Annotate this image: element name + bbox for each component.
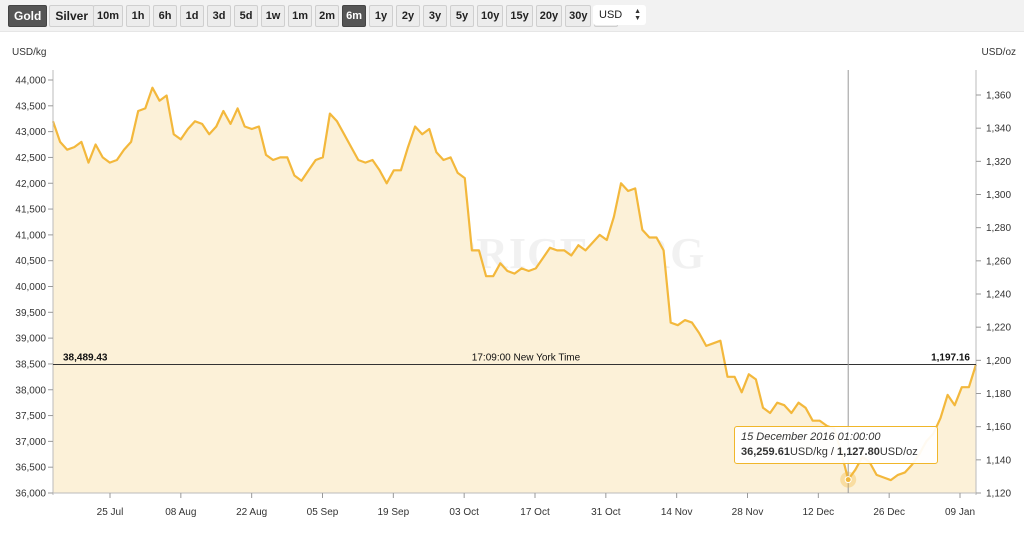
x-tick-label: 03 Oct xyxy=(449,507,479,518)
left-tick-label: 36,000 xyxy=(15,489,46,500)
currency-select[interactable]: USD ▲ ▼ xyxy=(593,5,646,25)
range-button-10m[interactable]: 10m xyxy=(93,5,124,27)
currency-value: USD xyxy=(599,9,623,21)
range-button-10y[interactable]: 10y xyxy=(477,5,504,27)
range-button-1y[interactable]: 1y xyxy=(369,5,394,27)
range-button-2y[interactable]: 2y xyxy=(396,5,421,27)
tooltip-values: 36,259.61USD/kg / 1,127.80USD/oz xyxy=(741,446,918,458)
metal-button-silver[interactable]: Silver xyxy=(49,5,95,27)
right-tick-label: 1,320 xyxy=(986,157,1011,168)
left-tick-label: 38,500 xyxy=(15,359,46,370)
x-tick-label: 19 Sep xyxy=(377,507,409,518)
range-selector: 10m 1h 6h 1d 3d 5d 1w 1m 2m 6m 1y 2y 3y 5y 10y 15y 20y 30… xyxy=(93,5,619,27)
left-tick-label: 43,500 xyxy=(15,101,46,112)
tooltip-kg-value: 36,259.61 xyxy=(741,446,790,458)
x-tick-label: 31 Oct xyxy=(591,507,621,518)
x-tick-label: 22 Aug xyxy=(236,507,267,518)
range-button-6m[interactable]: 6m xyxy=(342,5,367,27)
x-tick-label: 12 Dec xyxy=(802,507,834,518)
range-button-15y[interactable]: 15y xyxy=(506,5,533,27)
left-tick-label: 39,000 xyxy=(15,334,46,345)
x-tick-label: 14 Nov xyxy=(661,507,693,518)
left-tick-label: 39,500 xyxy=(15,308,46,319)
left-tick-label: 42,000 xyxy=(15,179,46,190)
right-tick-label: 1,360 xyxy=(986,91,1011,102)
x-tick-label: 08 Aug xyxy=(165,507,196,518)
left-axis-unit: USD/kg xyxy=(12,47,46,58)
select-caret-icon: ▲ ▼ xyxy=(634,8,641,22)
tooltip-oz-value: 1,127.80 xyxy=(837,446,880,458)
right-tick-label: 1,260 xyxy=(986,256,1011,267)
range-button-1m[interactable]: 1m xyxy=(288,5,313,27)
right-tick-label: 1,200 xyxy=(986,356,1011,367)
tooltip-kg-unit: USD/kg xyxy=(789,446,828,458)
range-button-3y[interactable]: 3y xyxy=(423,5,448,27)
current-price-oz: 1,197.16 xyxy=(931,352,970,363)
x-tick-label: 17 Oct xyxy=(520,507,550,518)
x-tick-label: 28 Nov xyxy=(732,507,764,518)
range-button-2m[interactable]: 2m xyxy=(315,5,340,27)
right-tick-label: 1,160 xyxy=(986,422,1011,433)
left-tick-label: 41,500 xyxy=(15,205,46,216)
right-tick-label: 1,140 xyxy=(986,455,1011,466)
range-button-1d[interactable]: 1d xyxy=(180,5,205,27)
left-tick-label: 43,000 xyxy=(15,127,46,138)
range-button-5y[interactable]: 5y xyxy=(450,5,475,27)
right-tick-label: 1,120 xyxy=(986,489,1011,500)
x-tick-label: 26 Dec xyxy=(873,507,905,518)
current-time-label: 17:09:00 New York Time xyxy=(472,352,581,363)
range-button-3d[interactable]: 3d xyxy=(207,5,232,27)
x-tick-label: 05 Sep xyxy=(307,507,339,518)
left-tick-label: 41,000 xyxy=(15,230,46,241)
highlight-point xyxy=(844,476,852,484)
range-button-1h[interactable]: 1h xyxy=(126,5,151,27)
left-tick-label: 42,500 xyxy=(15,153,46,164)
left-tick-label: 38,000 xyxy=(15,385,46,396)
x-tick-label: 25 Jul xyxy=(97,507,124,518)
tooltip-date: 15 December 2016 01:00:00 xyxy=(741,431,881,443)
right-tick-label: 1,220 xyxy=(986,323,1011,334)
right-tick-label: 1,240 xyxy=(986,290,1011,301)
left-tick-label: 40,500 xyxy=(15,256,46,267)
left-tick-label: 37,000 xyxy=(15,437,46,448)
left-tick-label: 40,000 xyxy=(15,282,46,293)
right-tick-label: 1,340 xyxy=(986,124,1011,135)
range-button-6h[interactable]: 6h xyxy=(153,5,178,27)
right-tick-label: 1,280 xyxy=(986,223,1011,234)
current-price-kg: 38,489.43 xyxy=(63,352,108,363)
tooltip-oz-unit: USD/oz xyxy=(879,446,918,458)
right-axis-unit: USD/oz xyxy=(982,47,1016,58)
left-tick-label: 44,000 xyxy=(15,76,46,87)
price-tooltip: 15 December 2016 01:00:00 36,259.61USD/k… xyxy=(734,426,938,464)
right-tick-label: 1,300 xyxy=(986,190,1011,201)
right-tick-label: 1,180 xyxy=(986,389,1011,400)
range-button-5d[interactable]: 5d xyxy=(234,5,259,27)
range-button-20y[interactable]: 20y xyxy=(535,5,563,27)
metal-button-gold[interactable]: Gold xyxy=(8,5,48,27)
left-tick-label: 37,500 xyxy=(15,411,46,422)
left-tick-label: 36,500 xyxy=(15,463,46,474)
range-button-1w[interactable]: 1w xyxy=(261,5,286,27)
chart-toolbar: Gold Silver 10m 1h 6h 1d 3d 5d 1w 1m 2m 6m 1y 2y 3y 5y… xyxy=(0,0,1024,32)
range-button-30y[interactable]: 30y xyxy=(565,5,592,27)
metal-selector: Gold Silver xyxy=(8,5,95,27)
x-tick-label: 09 Jan xyxy=(945,507,975,518)
